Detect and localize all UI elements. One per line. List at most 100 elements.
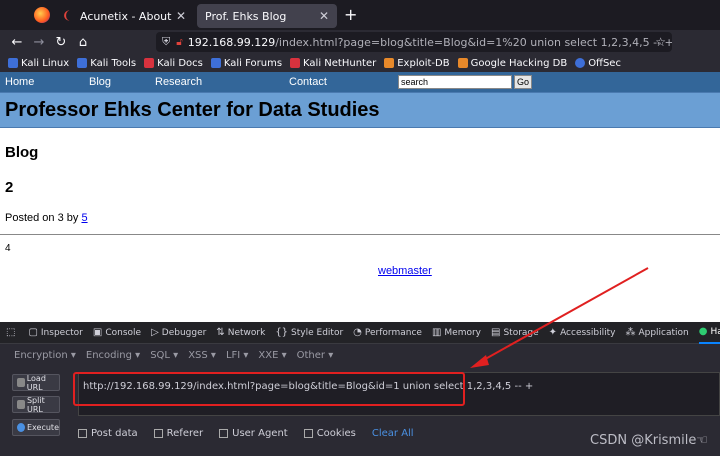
bookmark-offsec[interactable]: OffSec [575, 58, 621, 69]
tab-debugger[interactable]: ▷ Debugger [151, 327, 206, 338]
home-icon[interactable]: ⌂ [72, 35, 94, 50]
execute-icon [17, 423, 25, 432]
url-host: 192.168.99.129 [187, 35, 276, 49]
bookmark-kali-tools[interactable]: Kali Tools [77, 58, 136, 69]
hackbar-icon: ● [698, 326, 708, 337]
load-url-button[interactable]: Load URL [12, 374, 60, 392]
forward-icon[interactable]: → [28, 35, 50, 50]
nav-home-link[interactable]: Home [5, 76, 34, 88]
kali-icon [8, 58, 18, 68]
bookmark-google-hacking-db[interactable]: Google Hacking DB [457, 58, 567, 69]
back-icon[interactable]: ← [6, 35, 28, 50]
hackbar-menu: Encryption ▾ Encoding ▾ SQL ▾ XSS ▾ LFI … [0, 344, 720, 366]
tab-style-editor[interactable]: {} Style Editor [275, 327, 343, 338]
encoding-menu[interactable]: Encoding ▾ [86, 350, 140, 361]
split-url-icon [17, 400, 25, 409]
url-path: /index.html?page=blog&title=Blog&id=1%20… [275, 35, 672, 49]
kali-icon [77, 58, 88, 68]
ghdb-icon [457, 58, 468, 68]
encryption-menu[interactable]: Encryption ▾ [14, 350, 76, 361]
bookmark-star-icon[interactable]: ☆ [655, 35, 666, 49]
shield-icon[interactable]: ⛨ [162, 35, 170, 49]
memory-icon: ▥ [431, 327, 442, 338]
xss-menu[interactable]: XSS ▾ [188, 350, 216, 361]
post-author-link[interactable]: 5 [81, 212, 87, 224]
network-icon: ⇅ [216, 327, 225, 338]
cookies-checkbox[interactable]: Cookies [303, 428, 356, 439]
split-url-button[interactable]: Split URL [12, 396, 60, 414]
tab-accessibility[interactable]: ✦ Accessibility [549, 327, 616, 338]
offsec-icon [575, 58, 586, 68]
post-meta: Posted on 3 by 5 [5, 212, 88, 224]
site-title: Professor Ehks Center for Data Studies [5, 98, 380, 121]
accessibility-icon: ✦ [548, 327, 558, 338]
sql-menu[interactable]: SQL ▾ [150, 350, 178, 361]
nav-research-link[interactable]: Research [155, 76, 202, 88]
tab-application[interactable]: ⁂ Application [625, 327, 688, 338]
bookmark-kali-nethunter[interactable]: Kali NetHunter [290, 58, 376, 69]
docs-icon [144, 58, 155, 68]
acunetix-icon: ❨ [62, 9, 72, 22]
tab-console[interactable]: ▣ Console [93, 327, 141, 338]
reload-icon[interactable]: ↻ [50, 35, 72, 50]
insecure-lock-icon[interactable]: 🔓︎ [176, 37, 182, 48]
application-icon: ⁂ [625, 327, 636, 338]
address-bar[interactable]: ⛨ 🔓︎ 192.168.99.129 /index.html?page=blo… [156, 32, 672, 52]
site-banner: Professor Ehks Center for Data Studies [0, 92, 720, 128]
browser-nav-bar: ← → ↻ ⌂ ⛨ 🔓︎ 192.168.99.129 /index.html?… [0, 30, 720, 54]
inspector-icon: ▢ [28, 327, 38, 338]
execute-button[interactable]: Execute [12, 419, 60, 436]
bookmarks-toolbar: Kali Linux Kali Tools Kali Docs Kali For… [0, 54, 720, 72]
watermark: CSDN @Krismile☜ [590, 433, 708, 448]
lfi-menu[interactable]: LFI ▾ [226, 350, 248, 361]
xxe-menu[interactable]: XXE ▾ [258, 350, 286, 361]
tab-label: Acunetix - About [80, 9, 172, 23]
user-agent-checkbox[interactable]: User Agent [219, 428, 288, 439]
bookmark-kali-docs[interactable]: Kali Docs [144, 58, 203, 69]
tab-ehks-blog[interactable]: Prof. Ehks Blog ✕ [197, 4, 337, 28]
bookmark-exploit-db[interactable]: Exploit-DB [384, 58, 450, 69]
debugger-icon: ▷ [151, 327, 159, 338]
devtools-tabs: ⬚ ▢ Inspector ▣ Console ▷ Debugger ⇅ Network… [0, 322, 720, 344]
post-data-checkbox[interactable]: Post data [78, 428, 138, 439]
page-heading: Blog [5, 144, 39, 161]
load-url-icon [17, 378, 25, 387]
bookmark-kali-forums[interactable]: Kali Forums [210, 58, 282, 69]
tab-performance[interactable]: ◔ Performance [353, 327, 422, 338]
clear-all-button[interactable]: Clear All [372, 428, 414, 439]
divider [0, 234, 720, 235]
exploit-db-icon [384, 58, 395, 68]
webmaster-link[interactable]: webmaster [378, 265, 432, 277]
tab-memory[interactable]: ▥ Memory [432, 327, 481, 338]
console-icon: ▣ [92, 327, 103, 338]
close-icon[interactable]: ✕ [176, 9, 186, 23]
new-tab-icon[interactable]: + [344, 5, 357, 24]
nav-blog-link[interactable]: Blog [89, 76, 111, 88]
tab-storage[interactable]: ▤ Storage [491, 327, 539, 338]
forums-icon [210, 58, 221, 68]
browser-tab-bar: ❨ Acunetix - About ✕ Prof. Ehks Blog ✕ + [0, 0, 720, 30]
tab-label: Prof. Ehks Blog [205, 9, 287, 23]
highlight-box [73, 372, 465, 406]
nethunter-icon [290, 58, 301, 68]
post-title: 2 [5, 179, 14, 196]
tab-hackbar[interactable]: ●HackBar [698, 322, 720, 344]
tab-network[interactable]: ⇅ Network [216, 327, 265, 338]
bookmark-kali-linux[interactable]: Kali Linux [8, 58, 69, 69]
site-search-input[interactable]: search [398, 75, 512, 89]
pick-element-icon[interactable]: ⬚ [6, 327, 18, 338]
referer-checkbox[interactable]: Referer [153, 428, 203, 439]
tab-inspector[interactable]: ▢ Inspector [28, 327, 82, 338]
site-search-go-button[interactable]: Go [514, 75, 532, 89]
post-body: 4 [5, 243, 11, 254]
performance-icon: ◔ [353, 327, 362, 338]
web-page: Home Blog Research Contact search Go Pro… [0, 72, 720, 322]
firefox-icon[interactable] [34, 7, 50, 23]
style-editor-icon: {} [275, 327, 289, 338]
nav-contact-link[interactable]: Contact [289, 76, 327, 88]
site-nav: Home Blog Research Contact search Go [0, 72, 720, 92]
tab-acunetix[interactable]: ❨ Acunetix - About ✕ [54, 4, 194, 28]
close-icon[interactable]: ✕ [319, 9, 329, 23]
hackbar-options: Post data Referer User Agent Cookies Cle… [78, 428, 414, 439]
other-menu[interactable]: Other ▾ [297, 350, 334, 361]
